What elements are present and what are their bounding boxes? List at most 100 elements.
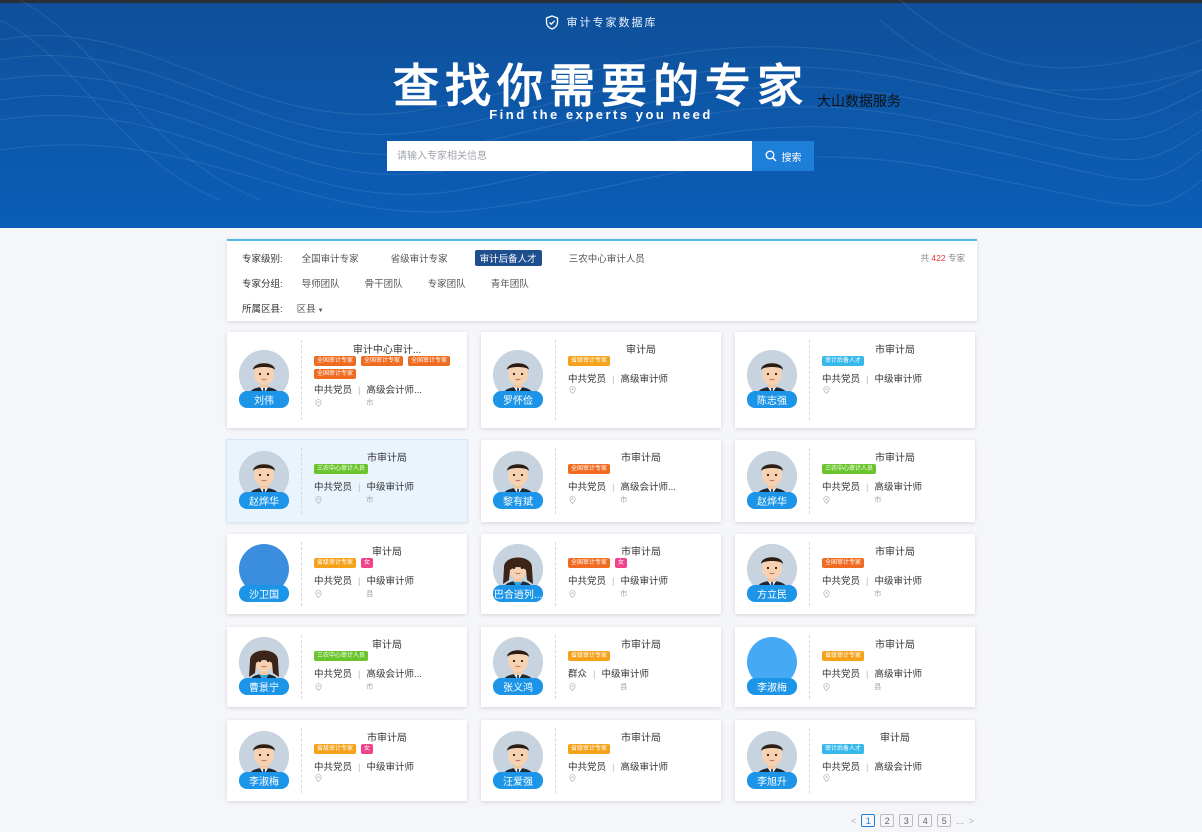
search-button[interactable]: 搜索 [752,141,814,171]
professional-title: 高级会计师... [366,385,422,396]
expert-card[interactable]: 沙卫国 审计局 省级审计专家女中共党员 | 中级审计师县 [227,534,467,614]
expert-card[interactable]: 赵烨华 市审计局 三农中心审计人员 中共党员 | 高级审计师市 [735,440,975,522]
info-separator: | [866,576,869,587]
filter-option-backbone[interactable]: 骨干团队 [360,275,408,291]
card-divider [301,542,302,606]
filter-option-youth[interactable]: 青年团队 [486,275,534,291]
expert-card[interactable]: 李淑梅 市审计局 省级审计专家女中共党员 | 中级审计师 [227,720,467,801]
level-badge: 全国审计专家 [408,356,451,366]
expert-organization: 审计局 [626,345,656,356]
location-pin-icon [569,495,576,504]
expert-name[interactable]: 方立民 [747,585,797,602]
expert-name[interactable]: 罗怀俭 [493,391,543,408]
filter-option-expert[interactable]: 专家团队 [423,275,471,291]
location-pin-icon [569,386,576,394]
level-badge: 省级审计专家 [568,744,611,754]
expert-card[interactable]: 李旭升 审计局 审计后备人才 中共党员 | 高级会计师 [735,720,975,801]
filter-option-national[interactable]: 全国审计专家 [297,250,364,266]
card-divider [301,448,302,514]
expert-name[interactable]: 陈志强 [747,391,797,408]
expert-card[interactable]: 曹景宁 审计局 三农中心审计人员 中共党员 | 高级会计师... 市 [227,627,467,707]
location-pin-icon [823,386,830,394]
level-badge: 女 [361,744,374,754]
expert-info: 中共党员 | 高级审计师 [568,759,668,773]
level-badge: 女 [361,558,374,568]
professional-title: 中级审计师 [874,374,922,385]
page-ellipsis: ... [956,815,964,826]
expert-info: 中共党员 | 中级审计师 [822,573,922,587]
expert-card[interactable]: 巴合逍列... 市审计局 全国审计专家女中共党员 | 中级审计师市 [481,534,721,614]
expert-card[interactable]: 刘伟 审计中心审计... 全国审计专家 全国审计专家 全国审计专家 全国审计专家 中共党员 |… [227,332,467,428]
level-badge: 省级审计专家 [314,744,357,754]
filter-option-provincial[interactable]: 省级审计专家 [386,250,453,266]
party-affiliation: 中共党员 [822,669,861,680]
expert-card[interactable]: 陈志强 市审计局 审计后备人才 中共党员 | 中级审计师 [735,332,975,428]
info-separator: | [612,576,615,587]
total-number: 422 [931,253,946,263]
expert-name[interactable]: 黎有斌 [493,492,543,509]
expert-tags: 省级审计专家女 [314,558,464,568]
expert-card[interactable]: 黎有斌 市审计局 全国审计专家 中共党员 | 高级会计师... 市 [481,440,721,522]
expert-organization: 市审计局 [621,547,661,558]
expert-name[interactable]: 刘伟 [239,391,289,408]
level-badge: 全国审计专家 [822,558,865,568]
expert-card[interactable]: 汪爱强 市审计局 省级审计专家 中共党员 | 高级审计师 [481,720,721,801]
card-divider [555,635,556,699]
info-separator: | [358,576,361,587]
expert-name[interactable]: 赵烨华 [239,492,289,509]
prev-page-icon[interactable]: < [851,816,856,826]
expert-tags: 省级审计专家 [822,651,972,661]
location-pin-icon [823,589,830,598]
side-note: 大山数据服务 [817,93,901,109]
region-dropdown[interactable]: 区县 ▼ [297,300,329,316]
expert-location: 县 [315,588,374,599]
search-input[interactable] [387,141,752,171]
expert-card[interactable]: 李淑梅 市审计局 省级审计专家 中共党员 | 高级审计师县 [735,627,975,707]
card-divider [809,340,810,420]
page-button-3[interactable]: 3 [899,814,914,827]
card-divider [301,728,302,793]
expert-card[interactable]: 张义鸿 市审计局 省级审计专家 群众 | 中级审计师县 [481,627,721,707]
page-button-5[interactable]: 5 [937,814,952,827]
card-divider [555,728,556,793]
expert-tags: 三农中心审计人员 [822,464,972,474]
location-text: 市 [874,495,882,504]
expert-card[interactable]: 罗怀俭 审计局 省级审计专家 中共党员 | 高级审计师 [481,332,721,428]
expert-location [823,774,874,782]
page-button-2[interactable]: 2 [880,814,895,827]
expert-name[interactable]: 赵烨华 [747,492,797,509]
expert-info: 中共党员 | 高级会计师... [314,666,422,680]
expert-organization: 审计局 [372,640,402,651]
expert-name[interactable]: 李淑梅 [239,772,289,789]
party-affiliation: 中共党员 [822,576,861,587]
expert-name[interactable]: 沙卫国 [239,585,289,602]
expert-card[interactable]: 方立民 市审计局 全国审计专家 中共党员 | 中级审计师市 [735,534,975,614]
party-affiliation: 中共党员 [314,576,353,587]
expert-location [315,774,366,782]
party-affiliation: 中共党员 [568,374,607,385]
card-divider [555,448,556,514]
expert-info: 中共党员 | 中级审计师 [314,573,414,587]
page-subheadline: Find the experts you need [489,107,713,122]
page-button-4[interactable]: 4 [918,814,933,827]
filter-option-reserve[interactable]: 审计后备人才 [474,250,542,266]
page-button-1[interactable]: 1 [861,814,876,827]
filter-option-mentor[interactable]: 导师团队 [297,275,345,291]
info-separator: | [866,374,869,385]
total-suffix: 专家 [947,253,965,263]
expert-name[interactable]: 曹景宁 [239,678,289,695]
expert-card[interactable]: 赵烨华 市审计局 三农中心审计人员 中共党员 | 中级审计师市 [227,440,467,522]
filter-panel: 专家级别: 全国审计专家 省级审计专家 审计后备人才 三农中心审计人员 共 42… [227,239,977,321]
expert-name[interactable]: 李旭升 [747,772,797,789]
expert-organization: 市审计局 [875,345,915,356]
next-page-icon[interactable]: > [969,816,974,826]
expert-name[interactable]: 汪爱强 [493,772,543,789]
filter-option-rural[interactable]: 三农中心审计人员 [564,250,650,266]
party-affiliation: 中共党员 [314,482,353,493]
expert-tags: 全国审计专家 全国审计专家 全国审计专家 全国审计专家 [314,356,464,379]
info-separator: | [612,762,615,773]
expert-name[interactable]: 李淑梅 [747,678,797,695]
expert-name[interactable]: 张义鸿 [493,678,543,695]
expert-name[interactable]: 巴合逍列... [493,585,543,602]
level-badge: 省级审计专家 [314,558,357,568]
